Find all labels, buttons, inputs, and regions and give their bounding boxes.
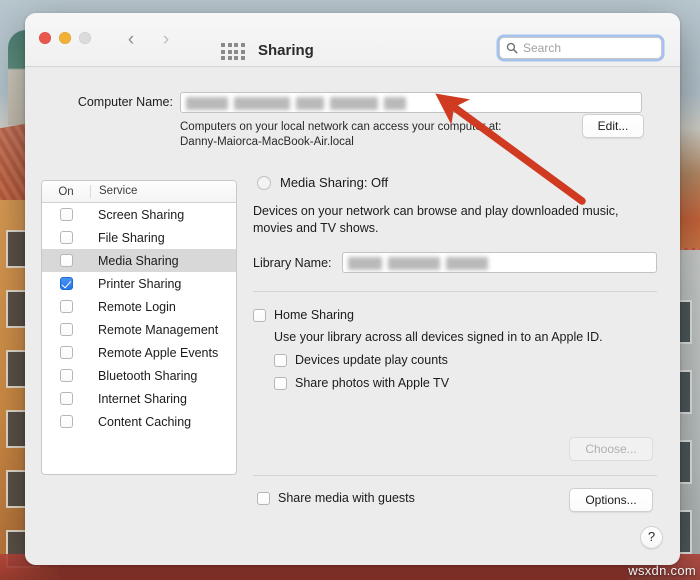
status-indicator-icon [257,175,271,190]
preferences-body: Computer Name: Computers on your local n… [25,67,680,565]
service-checkbox-cell [42,300,90,313]
service-checkbox-cell [42,277,90,290]
service-checkbox[interactable] [59,300,73,313]
maximize-button-icon[interactable] [79,32,91,44]
service-row-remote-login[interactable]: Remote Login [42,295,236,318]
divider-home-sharing [253,291,657,292]
share-photos-apple-tv-label: Share photos with Apple TV [295,376,450,390]
service-checkbox[interactable] [59,277,73,290]
window-controls [39,32,91,44]
share-media-with-guests-checkbox[interactable] [257,491,270,505]
service-row-screen-sharing[interactable]: Screen Sharing [42,203,236,226]
service-row-remote-apple-events[interactable]: Remote Apple Events [42,341,236,364]
library-name-input[interactable] [342,252,657,273]
service-label: Content Caching [98,414,192,429]
service-checkbox[interactable] [59,208,73,221]
share-media-with-guests-row[interactable]: Share media with guests [257,491,415,505]
share-photos-apple-tv-row[interactable]: Share photos with Apple TV [274,376,657,390]
forward-chevron-icon[interactable]: › [157,30,175,50]
minimize-button-icon[interactable] [59,32,71,44]
service-row-media-sharing[interactable]: Media Sharing [42,249,236,272]
service-checkbox-cell [42,231,90,244]
share-photos-apple-tv-checkbox[interactable] [274,376,287,390]
library-name-label: Library Name: [253,255,332,270]
service-checkbox[interactable] [59,231,73,244]
home-sharing-row[interactable]: Home Sharing [253,308,657,322]
devices-update-play-counts-row[interactable]: Devices update play counts [274,353,657,367]
devices-update-play-counts-checkbox[interactable] [274,353,287,367]
media-sharing-detail-pane: Media Sharing: Off Devices on your netwo… [253,175,657,512]
service-label: Printer Sharing [98,276,182,291]
service-checkbox[interactable] [59,254,73,267]
service-checkbox[interactable] [59,369,73,382]
service-label: Remote Management [98,322,219,337]
column-header-service: Service [90,185,236,198]
column-header-on: On [58,185,74,198]
service-label: Remote Apple Events [98,345,219,360]
show-all-preferences-icon[interactable] [221,43,245,60]
service-checkbox-cell [42,369,90,382]
service-row-internet-sharing[interactable]: Internet Sharing [42,387,236,410]
service-checkbox[interactable] [59,346,73,359]
service-checkbox[interactable] [59,415,73,428]
options-button[interactable]: Options... [569,488,653,512]
service-row-remote-management[interactable]: Remote Management [42,318,236,341]
search-input[interactable] [523,41,655,55]
page-title: Sharing [258,42,314,59]
computer-name-note-line1: Computers on your local network can acce… [180,121,502,133]
back-chevron-icon[interactable]: ‹ [122,30,140,50]
home-sharing-label: Home Sharing [274,308,354,322]
service-checkbox-cell [42,415,90,428]
desktop-background: ‹ › Sharing Computer Name: [0,0,700,580]
service-checkbox-cell [42,392,90,405]
service-row-printer-sharing[interactable]: Printer Sharing [42,272,236,295]
service-checkbox-cell [42,346,90,359]
service-label: Internet Sharing [98,391,187,406]
close-button-icon[interactable] [39,32,51,44]
service-label: Media Sharing [98,253,179,268]
service-row-file-sharing[interactable]: File Sharing [42,226,236,249]
service-label: Remote Login [98,299,176,314]
help-button[interactable]: ? [640,526,663,549]
search-field[interactable] [499,37,662,59]
service-list[interactable]: On Service Screen Sharing File Sharing M… [41,180,237,475]
media-sharing-status-row: Media Sharing: Off [257,175,657,190]
service-row-content-caching[interactable]: Content Caching [42,410,236,433]
computer-name-note: Computers on your local network can acce… [180,120,502,150]
devices-update-play-counts-label: Devices update play counts [295,353,448,367]
edit-button[interactable]: Edit... [582,114,644,138]
watermark: wsxdn.com [628,563,696,578]
service-checkbox-cell [42,208,90,221]
service-label: Bluetooth Sharing [98,368,198,383]
service-label: File Sharing [98,230,165,245]
home-sharing-checkbox[interactable] [253,308,266,322]
home-sharing-block: Home Sharing Use your library across all… [253,308,657,390]
library-name-row: Library Name: [253,252,657,273]
library-name-redacted-value [348,257,489,270]
home-sharing-description: Use your library across all devices sign… [274,330,603,344]
computer-name-row: Computer Name: [25,92,680,114]
media-sharing-description: Devices on your network can browse and p… [253,204,619,235]
service-row-bluetooth-sharing[interactable]: Bluetooth Sharing [42,364,236,387]
service-checkbox[interactable] [59,392,73,405]
service-checkbox-cell [42,323,90,336]
service-list-header: On Service [42,181,236,203]
computer-name-redacted-value [186,97,406,110]
computer-name-label: Computer Name: [77,95,173,109]
service-label: Screen Sharing [98,207,185,222]
status-badge: Media Sharing: Off [280,175,389,190]
service-checkbox[interactable] [59,323,73,336]
service-checkbox-cell [42,254,90,267]
choose-button[interactable]: Choose... [569,437,653,461]
computer-name-input[interactable] [180,92,642,113]
share-media-with-guests-label: Share media with guests [278,491,415,505]
system-preferences-window: ‹ › Sharing Computer Name: [25,13,680,565]
search-icon [506,42,518,54]
window-titlebar[interactable]: ‹ › Sharing [25,13,680,67]
computer-name-note-line2: Danny-Maiorca-MacBook-Air.local [180,136,354,148]
divider-guest-sharing [253,475,657,476]
